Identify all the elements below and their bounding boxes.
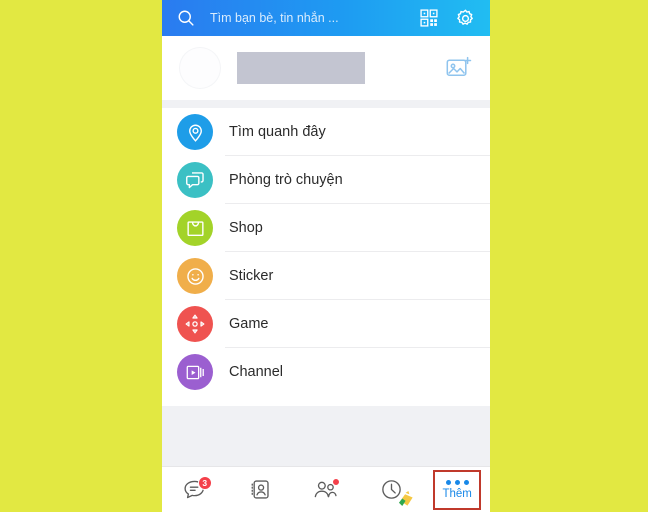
nav-item-label: Thêm (442, 487, 472, 500)
screenshot-root: Tìm bạn bè, tin nhắn ... Tìm quanh đây P… (0, 0, 648, 512)
menu-item-label: Channel (229, 364, 284, 380)
add-photo-icon[interactable] (446, 56, 472, 80)
smiley-icon (177, 258, 213, 294)
qr-code-icon[interactable] (419, 8, 439, 28)
menu-item-label: Sticker (229, 268, 274, 284)
video-channel-icon (177, 354, 213, 390)
nav-item-messages[interactable]: 3 (162, 467, 228, 512)
more-highlight-box[interactable]: Thêm (433, 469, 482, 510)
nav-item-contacts[interactable] (228, 467, 294, 512)
bottom-navigation: 3 Thêm (162, 466, 490, 512)
chat-bubble-icon (177, 162, 213, 198)
avatar[interactable] (179, 47, 221, 89)
location-pin-icon (177, 114, 213, 150)
menu-item-tim-quanh-day[interactable]: Tìm quanh đây (162, 108, 490, 156)
menu-item-label: Tìm quanh đây (229, 124, 326, 140)
three-dots-icon (445, 479, 469, 485)
menu-item-label: Game (229, 316, 269, 332)
menu-list: Tìm quanh đây Phòng trò chuyện Shop Stic… (162, 108, 490, 396)
gear-icon[interactable] (455, 8, 476, 29)
menu-item-label: Shop (229, 220, 263, 236)
search-input[interactable]: Tìm bạn bè, tin nhắn ... (210, 11, 419, 25)
profile-name-redacted (237, 52, 365, 84)
nav-item-more[interactable]: Thêm (424, 467, 490, 512)
status-badge (331, 477, 340, 486)
app-header: Tìm bạn bè, tin nhắn ... (162, 0, 490, 36)
section-divider (162, 100, 490, 108)
menu-item-label: Phòng trò chuyện (229, 172, 343, 188)
dpad-icon (177, 306, 213, 342)
search-icon[interactable] (176, 8, 196, 28)
phone-screen: Tìm bạn bè, tin nhắn ... Tìm quanh đây P… (162, 0, 490, 512)
empty-content-area (162, 406, 490, 466)
shopping-bag-icon (177, 210, 213, 246)
profile-row[interactable] (162, 36, 490, 100)
status-badge: 3 (197, 475, 212, 490)
menu-item-sticker[interactable]: Sticker (162, 252, 490, 300)
hand-cursor (398, 489, 415, 508)
menu-item-game[interactable]: Game (162, 300, 490, 348)
menu-item-shop[interactable]: Shop (162, 204, 490, 252)
menu-item-phong-tro-chuyen[interactable]: Phòng trò chuyện (162, 156, 490, 204)
menu-item-channel[interactable]: Channel (162, 348, 490, 396)
nav-item-friends[interactable] (293, 467, 359, 512)
